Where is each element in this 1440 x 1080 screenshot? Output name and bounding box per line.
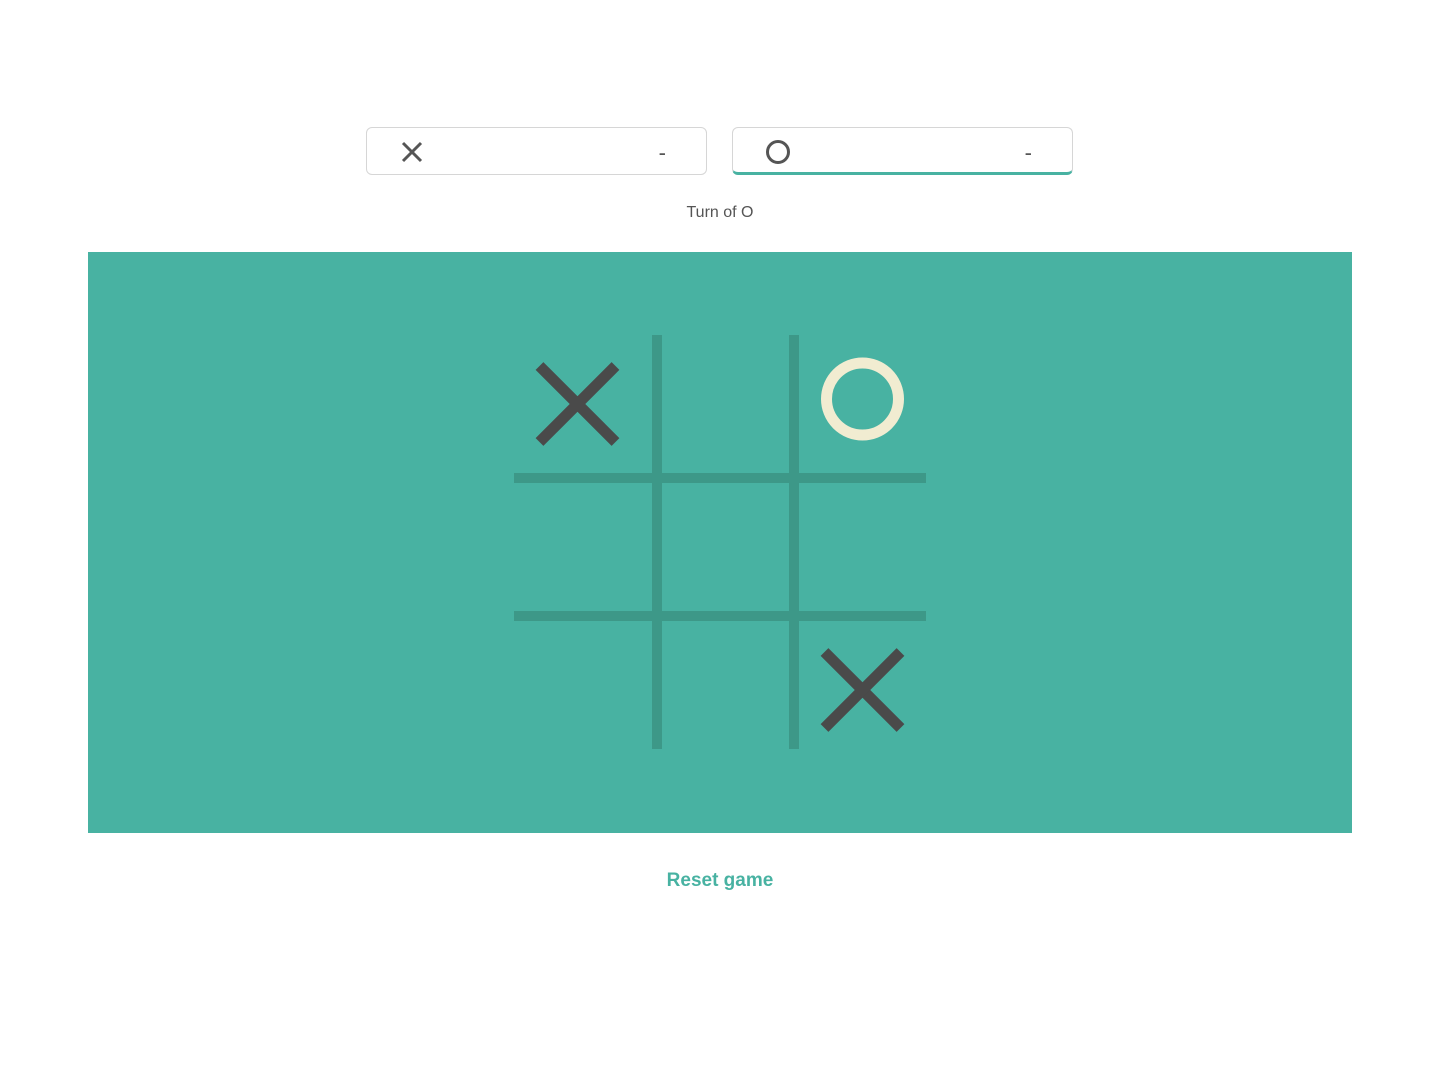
player-x-score: -	[658, 140, 666, 165]
board-cell-2-1[interactable]	[514, 483, 641, 611]
player-o-score: -	[1024, 140, 1032, 165]
grid-line-vertical-2	[789, 335, 799, 749]
x-mark	[820, 648, 905, 732]
o-mark-icon	[766, 140, 790, 164]
board-cell-1-3[interactable]	[799, 335, 926, 463]
board-cell-3-2[interactable]	[662, 621, 789, 749]
grid-line-horizontal-1	[514, 473, 926, 483]
board-cell-1-1[interactable]	[514, 335, 641, 463]
player-o-score-card[interactable]: -	[732, 127, 1073, 175]
game-board	[514, 335, 926, 749]
board-cell-2-3[interactable]	[799, 483, 926, 611]
board-cell-3-1[interactable]	[514, 621, 641, 749]
reset-game-button[interactable]: Reset game	[667, 870, 774, 891]
board-cell-2-2[interactable]	[662, 483, 789, 611]
scoreboard: - -	[366, 127, 1074, 177]
x-mark	[535, 362, 620, 446]
board-area	[88, 252, 1352, 833]
grid-line-horizontal-2	[514, 611, 926, 621]
board-cell-1-2[interactable]	[662, 335, 789, 463]
board-cell-3-3[interactable]	[799, 621, 926, 749]
x-mark-icon	[401, 141, 423, 163]
reset-row: Reset game	[0, 870, 1440, 892]
o-mark	[821, 357, 904, 441]
game-page: - - Turn of O Reset game	[0, 0, 1440, 1080]
turn-indicator: Turn of O	[686, 204, 754, 221]
grid-line-vertical-1	[652, 335, 662, 749]
player-x-score-card[interactable]: -	[366, 127, 707, 175]
